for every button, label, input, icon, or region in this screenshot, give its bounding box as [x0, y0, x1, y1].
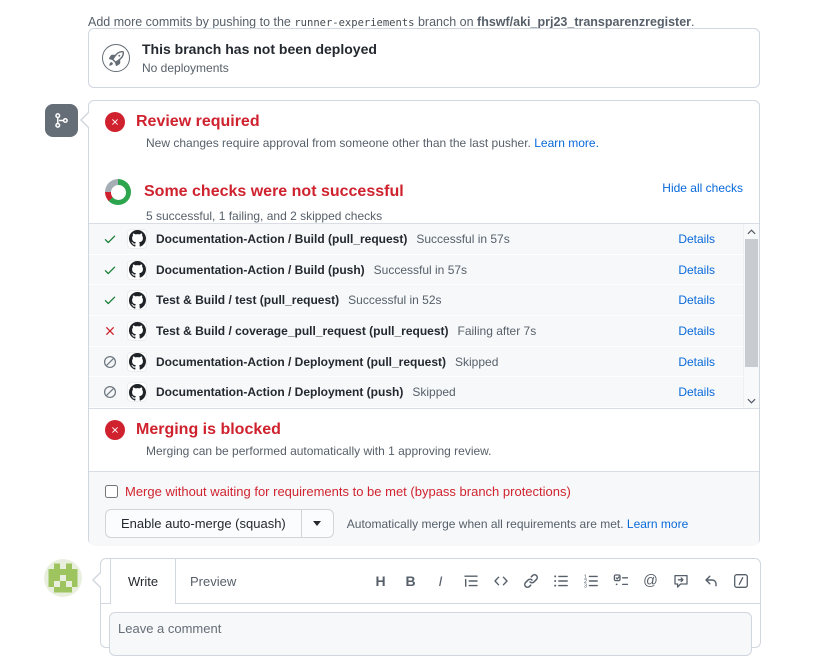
check-success-icon [103, 263, 117, 277]
list-ordered-icon[interactable]: 123 [582, 573, 599, 590]
merging-blocked-title: Merging is blocked [136, 420, 281, 440]
user-avatar[interactable] [44, 559, 82, 597]
check-result: Skipped [455, 355, 498, 369]
check-details-link[interactable]: Details [678, 263, 715, 277]
comment-header: Write Preview H B I 123 @ [101, 559, 760, 604]
check-row: Documentation-Action / Build (pull_reque… [89, 224, 759, 255]
checks-title: Some checks were not successful [144, 182, 404, 202]
comment-composer: Write Preview H B I 123 @ [100, 558, 761, 648]
check-result: Successful in 57s [374, 263, 467, 277]
check-failure-icon [103, 324, 117, 338]
check-result: Skipped [412, 385, 455, 399]
check-name: Documentation-Action / Build (push) [156, 263, 365, 277]
tab-preview[interactable]: Preview [174, 559, 252, 603]
checks-summary: 5 successful, 1 failing, and 2 skipped c… [146, 208, 743, 223]
check-name: Documentation-Action / Deployment (pull_… [156, 355, 446, 369]
github-actions-avatar [127, 382, 147, 402]
auto-merge-button-group: Enable auto-merge (squash) [105, 509, 334, 538]
check-success-icon [103, 232, 117, 246]
check-name: Test & Build / test (pull_request) [156, 293, 339, 307]
push-hint-prefix: Add more commits by pushing to the [88, 15, 291, 29]
checks-scrollbar[interactable] [743, 224, 759, 408]
check-name: Test & Build / coverage_pull_request (pu… [156, 324, 449, 338]
checks-summary-section: Some checks were not successful 5 succes… [89, 165, 759, 223]
check-row: Test & Build / coverage_pull_request (pu… [89, 316, 759, 347]
check-row: Documentation-Action / Build (push) Succ… [89, 255, 759, 286]
enable-auto-merge-button[interactable]: Enable auto-merge (squash) [106, 510, 301, 537]
check-name: Documentation-Action / Build (pull_reque… [156, 232, 407, 246]
review-required-description: New changes require approval from someon… [146, 135, 743, 151]
bypass-protections-checkbox[interactable] [105, 485, 118, 498]
review-required-title: Review required [136, 112, 260, 132]
merging-blocked-section: Merging is blocked Merging can be perfor… [89, 408, 759, 471]
bypass-protections-label: Merge without waiting for requirements t… [125, 484, 571, 499]
check-details-link[interactable]: Details [678, 355, 715, 369]
push-hint-middle: branch on [418, 15, 474, 29]
merge-status-card: Review required New changes require appr… [88, 100, 760, 545]
checks-donut-icon [105, 179, 131, 205]
link-icon[interactable] [522, 573, 539, 590]
merging-blocked-description: Merging can be performed automatically w… [146, 443, 743, 459]
review-learn-more-link[interactable]: Learn more. [534, 136, 599, 150]
hide-all-checks-link[interactable]: Hide all checks [662, 181, 743, 195]
list-unordered-icon[interactable] [552, 573, 569, 590]
heading-icon[interactable]: H [372, 573, 389, 590]
github-actions-avatar [127, 260, 147, 280]
quote-icon[interactable] [462, 573, 479, 590]
code-icon[interactable] [492, 573, 509, 590]
deployment-title: This branch has not been deployed [142, 41, 377, 58]
scroll-up-button[interactable] [744, 224, 759, 239]
check-result: Failing after 7s [458, 324, 537, 338]
check-row: Documentation-Action / Deployment (pull_… [89, 347, 759, 378]
mention-icon[interactable]: @ [642, 573, 659, 590]
chevron-down-icon [313, 521, 321, 530]
markdown-toolbar: H B I 123 @ [372, 559, 749, 603]
check-details-link[interactable]: Details [678, 385, 715, 399]
check-skipped-icon [103, 355, 117, 369]
reply-icon[interactable] [702, 573, 719, 590]
git-merge-badge [45, 104, 78, 137]
x-circle-icon [105, 112, 125, 132]
check-success-icon [103, 293, 117, 307]
check-skipped-icon [103, 385, 117, 399]
auto-merge-learn-more-link[interactable]: Learn more [627, 517, 688, 531]
github-actions-avatar [127, 321, 147, 341]
check-result: Successful in 52s [348, 293, 441, 307]
cross-reference-icon[interactable] [672, 573, 689, 590]
check-details-link[interactable]: Details [678, 293, 715, 307]
check-row: Documentation-Action / Deployment (push)… [89, 377, 759, 408]
check-result: Successful in 57s [416, 232, 509, 246]
deployment-card: This branch has not been deployed No dep… [88, 28, 760, 88]
merge-actions-section: Merge without waiting for requirements t… [89, 471, 759, 546]
x-circle-icon [105, 420, 125, 440]
comment-body [101, 604, 760, 669]
deployment-subtitle: No deployments [142, 61, 377, 75]
check-details-link[interactable]: Details [678, 324, 715, 338]
checks-list: Documentation-Action / Build (pull_reque… [89, 223, 759, 408]
scroll-down-button[interactable] [744, 393, 759, 408]
repo-name: fhswf/aki_prj23_transparenzregister [477, 15, 691, 29]
svg-text:3: 3 [584, 584, 587, 590]
auto-merge-hint: Automatically merge when all requirement… [347, 517, 689, 531]
github-actions-avatar [127, 229, 147, 249]
review-required-section: Review required New changes require appr… [89, 101, 759, 165]
git-branch-icon [53, 112, 70, 129]
deployment-text: This branch has not been deployed No dep… [142, 41, 377, 75]
tab-write[interactable]: Write [110, 559, 176, 604]
scrollbar-thumb[interactable] [745, 239, 758, 367]
github-actions-avatar [127, 290, 147, 310]
auto-merge-dropdown-button[interactable] [301, 510, 333, 537]
github-actions-avatar [127, 352, 147, 372]
italic-icon[interactable]: I [432, 573, 449, 590]
bypass-protections-row[interactable]: Merge without waiting for requirements t… [105, 484, 743, 499]
tasklist-icon[interactable] [612, 573, 629, 590]
bold-icon[interactable]: B [402, 573, 419, 590]
check-details-link[interactable]: Details [678, 232, 715, 246]
check-row: Test & Build / test (pull_request) Succe… [89, 285, 759, 316]
branch-name: runner-experiements [294, 17, 414, 29]
check-name: Documentation-Action / Deployment (push) [156, 385, 403, 399]
slash-command-icon[interactable] [732, 573, 749, 590]
comment-input[interactable] [109, 612, 752, 656]
rocket-icon [102, 44, 130, 72]
